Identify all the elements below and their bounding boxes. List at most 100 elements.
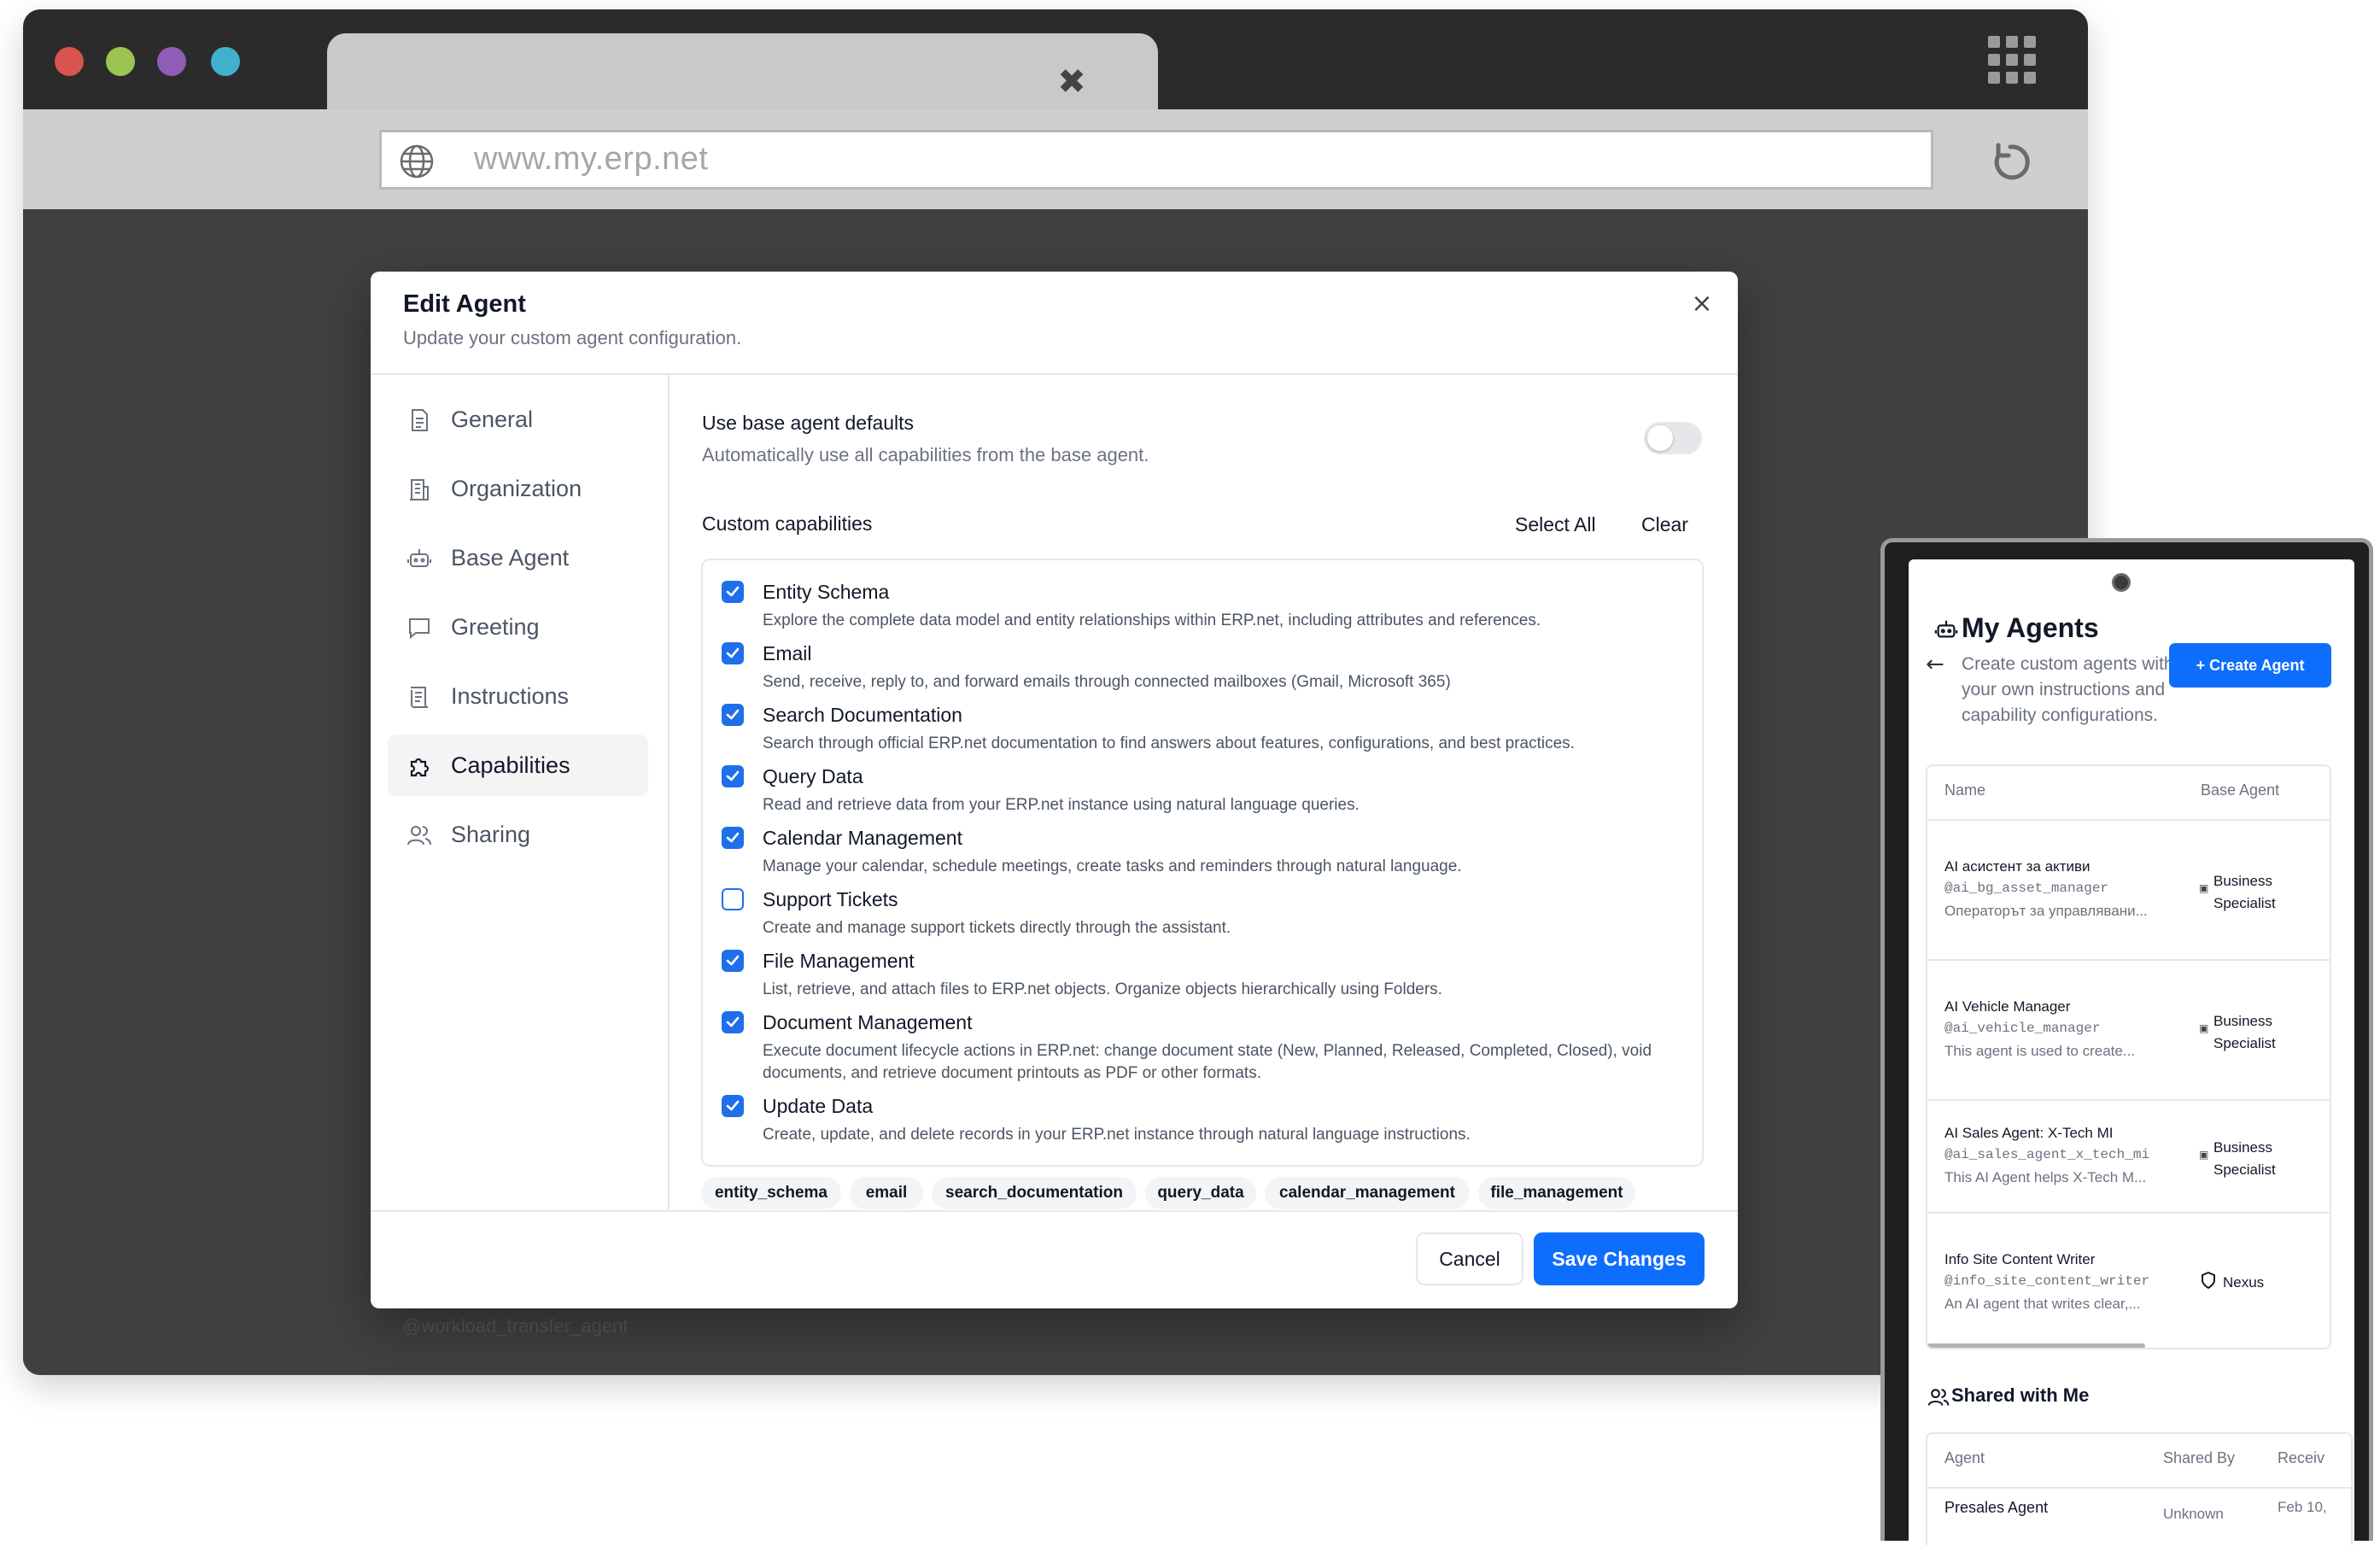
capability-chip: entity_schema xyxy=(701,1177,841,1209)
create-agent-button[interactable]: + Create Agent xyxy=(2169,643,2331,688)
checkbox[interactable] xyxy=(722,765,744,787)
nav-item-instructions[interactable]: Instructions xyxy=(388,665,648,727)
modal-subtitle: Update your custom agent configuration. xyxy=(403,327,742,348)
tab-close-icon[interactable]: ✖ xyxy=(1054,64,1090,100)
extra-window-dot[interactable] xyxy=(211,47,240,76)
shared-agents-table: Agent Shared By Receiv Presales Agent Un… xyxy=(1926,1432,2354,1545)
table-row[interactable]: Info Site Content Writer @info_site_cont… xyxy=(1927,1214,2330,1342)
agent-name: AI асистент за активи xyxy=(1944,858,2091,875)
chat-bubble-icon xyxy=(406,615,432,641)
list-item[interactable]: Entity Schema Explore the complete data … xyxy=(722,577,1678,634)
robot-icon: ▣ xyxy=(2199,1149,2209,1161)
nav-label: Instructions xyxy=(451,683,570,709)
agent-handle: @info_site_content_writer xyxy=(1944,1273,2150,1289)
browser-tab[interactable]: ✖ xyxy=(327,33,1158,120)
list-item[interactable]: Calendar Management Manage your calendar… xyxy=(722,823,1678,880)
robot-icon xyxy=(406,546,432,571)
checkbox[interactable] xyxy=(722,827,744,849)
puzzle-icon xyxy=(406,753,432,779)
column-header-received: Receiv xyxy=(2278,1449,2325,1466)
capability-title: Email xyxy=(763,642,812,664)
nav-item-sharing[interactable]: Sharing xyxy=(388,804,648,865)
base-defaults-toggle[interactable] xyxy=(1644,422,1702,454)
base-defaults-title: Use base agent defaults xyxy=(702,412,915,434)
checkbox[interactable] xyxy=(722,581,744,603)
capability-chip: search_documentation xyxy=(932,1177,1137,1209)
horizontal-scrollbar[interactable] xyxy=(1927,1343,2145,1348)
base-agent: Business Specialist xyxy=(2213,1013,2276,1051)
nav-item-organization[interactable]: Organization xyxy=(388,458,648,519)
checkbox[interactable] xyxy=(722,704,744,726)
nav-item-greeting[interactable]: Greeting xyxy=(388,596,648,658)
agent-name: AI Vehicle Manager xyxy=(1944,998,2071,1015)
capability-description: Create, update, and delete records in yo… xyxy=(763,1126,1471,1144)
phone-screen: My Agents ← Create custom agents with yo… xyxy=(1909,559,2354,1545)
close-icon[interactable]: × xyxy=(1685,287,1719,321)
table-row[interactable]: Presales Agent Unknown Feb 10, xyxy=(1927,1489,2354,1540)
capability-chip: query_data xyxy=(1145,1177,1256,1209)
toggle-knob xyxy=(1647,425,1673,451)
checkbox[interactable] xyxy=(722,1095,744,1117)
shared-by: Unknown xyxy=(2163,1506,2224,1522)
capability-description: Read and retrieve data from your ERP.net… xyxy=(763,796,1360,814)
cancel-button[interactable]: Cancel xyxy=(1416,1232,1523,1285)
nav-item-general[interactable]: General xyxy=(388,389,648,450)
table-row[interactable]: AI асистент за активи @ai_bg_asset_manag… xyxy=(1927,821,2330,959)
capability-title: Search Documentation xyxy=(763,704,962,726)
table-row[interactable]: AI Sales Agent: X-Tech MI @ai_sales_agen… xyxy=(1927,1101,2330,1212)
received-date: Feb 10, xyxy=(2278,1499,2327,1515)
capability-title: Calendar Management xyxy=(763,827,962,849)
list-item[interactable]: Document Management Execute document lif… xyxy=(722,1008,1678,1086)
list-item[interactable]: Query Data Read and retrieve data from y… xyxy=(722,762,1678,818)
list-item[interactable]: Email Send, receive, reply to, and forwa… xyxy=(722,639,1678,695)
nav-label: Base Agent xyxy=(451,545,570,571)
list-item[interactable]: Update Data Create, update, and delete r… xyxy=(722,1091,1678,1148)
back-arrow-icon[interactable]: ← xyxy=(1926,652,1944,677)
save-changes-button[interactable]: Save Changes xyxy=(1534,1232,1705,1285)
document-icon xyxy=(406,407,432,433)
capabilities-list: Entity Schema Explore the complete data … xyxy=(701,559,1704,1167)
minimize-window-dot[interactable] xyxy=(106,47,135,76)
building-icon xyxy=(406,477,432,502)
camera-dot xyxy=(2112,573,2131,592)
agents-table: Name Base Agent AI асистент за активи @a… xyxy=(1926,764,2331,1349)
select-all-button[interactable]: Select All xyxy=(1515,513,1596,536)
divider xyxy=(668,375,670,1212)
capability-description: Create and manage support tickets direct… xyxy=(763,919,1231,937)
table-row[interactable]: AI Vehicle Manager @ai_vehicle_manager T… xyxy=(1927,961,2330,1099)
checkbox[interactable] xyxy=(722,950,744,972)
page-subtitle: Create custom agents with your own instr… xyxy=(1962,654,2174,725)
agent-handle: @ai_sales_agent_x_tech_mi xyxy=(1944,1147,2150,1162)
background-row-handle: @workload_transfer_agent xyxy=(402,1315,629,1337)
close-window-dot[interactable] xyxy=(55,47,84,76)
apps-grid-icon[interactable] xyxy=(1986,34,2038,85)
nav-label: Capabilities xyxy=(451,752,570,778)
list-item[interactable]: Search Documentation Search through offi… xyxy=(722,700,1678,757)
clear-button[interactable]: Clear xyxy=(1641,513,1688,536)
checkbox[interactable] xyxy=(722,642,744,664)
list-item[interactable]: File Management List, retrieve, and atta… xyxy=(722,946,1678,1003)
agent-description: An AI agent that writes clear,... xyxy=(1944,1296,2141,1312)
maximize-window-dot[interactable] xyxy=(157,47,186,76)
capability-description: Manage your calendar, schedule meetings,… xyxy=(763,857,1462,875)
url-text: www.my.erp.net xyxy=(474,141,709,177)
nav-label: Sharing xyxy=(451,822,531,847)
modal-title: Edit Agent xyxy=(403,290,526,318)
base-agent: Business Specialist xyxy=(2213,1139,2276,1178)
base-agent: Nexus xyxy=(2223,1274,2265,1290)
capability-title: Update Data xyxy=(763,1095,874,1117)
robot-icon xyxy=(1934,617,1958,641)
reload-icon[interactable] xyxy=(1988,140,2032,184)
globe-icon xyxy=(399,143,435,179)
capability-description: Send, receive, reply to, and forward ema… xyxy=(763,673,1451,691)
page-title: My Agents xyxy=(1962,612,2099,643)
nav-item-capabilities[interactable]: Capabilities xyxy=(388,734,648,796)
address-bar: www.my.erp.net xyxy=(23,109,2088,209)
base-agent: Business Specialist xyxy=(2213,873,2276,911)
agent-description: This agent is used to create... xyxy=(1944,1043,2136,1059)
nav-item-base-agent[interactable]: Base Agent xyxy=(388,527,648,588)
checkbox[interactable] xyxy=(722,1011,744,1033)
checkbox[interactable] xyxy=(722,888,744,910)
url-input[interactable]: www.my.erp.net xyxy=(379,130,1933,190)
list-item[interactable]: Support Tickets Create and manage suppor… xyxy=(722,885,1678,941)
